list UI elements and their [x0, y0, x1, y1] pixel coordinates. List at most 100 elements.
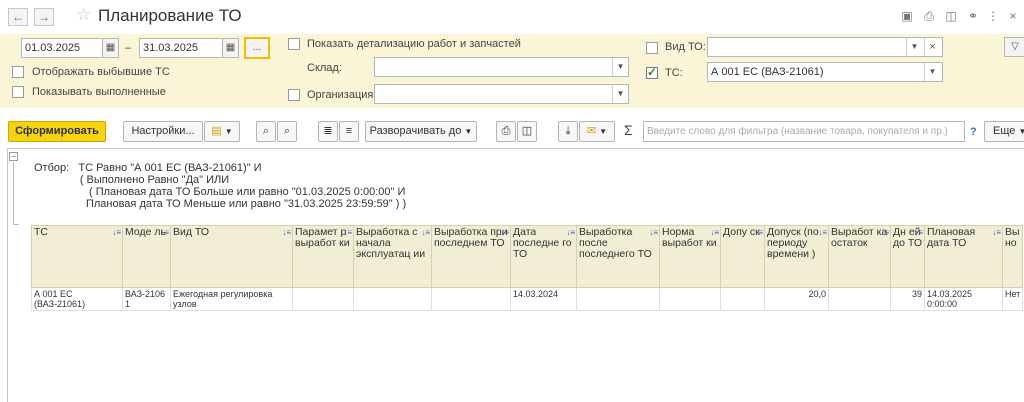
column-header[interactable]: Норма выработ ки ↓≡ [659, 225, 721, 288]
column-header[interactable]: Парамет р выработ ки ↓≡ [292, 225, 354, 288]
save-icon[interactable]: ▣ [900, 9, 914, 23]
printer-icon: ⎙ [501, 125, 511, 137]
cell-ts[interactable]: А 001 ЕС (ВАЗ-21061) [31, 287, 123, 311]
sort-icon[interactable]: ↓≡ [112, 227, 121, 238]
warehouse-input[interactable] [374, 57, 629, 77]
vehicle-dropdown-icon[interactable]: ▼ [924, 63, 940, 81]
more-button[interactable]: Еще ▼ [984, 121, 1024, 142]
column-header[interactable]: Вид ТО ↓≡ [170, 225, 293, 288]
vehicle-checkbox[interactable]: ✓ [646, 65, 658, 79]
search-next-icon: ⌕ [283, 125, 291, 137]
help-icon[interactable]: ? [970, 126, 977, 138]
organization-input[interactable] [374, 84, 629, 104]
sort-icon[interactable]: ↓≡ [649, 227, 658, 238]
sort-icon[interactable]: ↓≡ [914, 227, 923, 238]
sort-icon[interactable]: ↓≡ [343, 227, 352, 238]
sort-icon[interactable]: ↓≡ [754, 227, 763, 238]
to-type-label: Вид ТО: [665, 41, 706, 53]
cell-tolerance[interactable] [720, 287, 765, 311]
settings-button[interactable]: Настройки... [123, 121, 203, 142]
chevron-down-icon: ▼ [464, 127, 473, 136]
organization-checkbox[interactable] [288, 89, 300, 101]
period-select-button[interactable]: ... [244, 37, 270, 59]
search-input[interactable] [643, 121, 965, 142]
column-header[interactable]: Допу ск ↓≡ [720, 225, 765, 288]
to-type-dropdown-icon[interactable]: ▼ [906, 38, 922, 56]
group-collapse-icon[interactable]: − [9, 152, 18, 161]
forward-button[interactable]: → [34, 8, 54, 26]
cell-remaining[interactable] [828, 287, 891, 311]
expand-to-button[interactable]: Разворачивать до ▼ [365, 121, 477, 142]
cell-last-date[interactable]: 14.03.2024 [510, 287, 577, 311]
send-email-button[interactable]: ✉ ▼ [579, 121, 615, 142]
sum-icon[interactable]: Σ [624, 122, 633, 138]
favorite-star-icon[interactable]: ☆ [76, 5, 91, 25]
column-header[interactable]: Плановая дата ТО ↓≡ [924, 225, 1003, 288]
sort-icon[interactable]: ↓≡ [818, 227, 827, 238]
show-retired-checkbox[interactable] [12, 66, 24, 78]
sort-icon[interactable]: ↓≡ [710, 227, 719, 238]
column-header[interactable]: Выработ ка остаток ↓≡ [828, 225, 891, 288]
cell-at-last[interactable] [431, 287, 511, 311]
cell-planned-date[interactable]: 14.03.2025 0:00:00 [924, 287, 1003, 311]
sort-icon[interactable]: ↓≡ [566, 227, 575, 238]
calendar-to-icon[interactable]: ▦ [222, 38, 239, 58]
back-button[interactable]: ← [8, 8, 28, 26]
to-type-clear-icon[interactable]: × [924, 38, 940, 56]
filter-icon[interactable]: ▽ [1004, 37, 1024, 57]
column-header[interactable]: Моде ль ↓≡ [122, 225, 171, 288]
close-icon[interactable]: × [1006, 9, 1020, 23]
show-completed-checkbox[interactable] [12, 86, 24, 98]
column-header[interactable]: Дн ей до ТО ↓≡ [890, 225, 925, 288]
cell-norm[interactable] [659, 287, 721, 311]
to-type-checkbox[interactable] [646, 42, 658, 54]
find-button[interactable]: ⌕ [256, 121, 276, 142]
column-header[interactable]: ТС ↓≡ [31, 225, 123, 288]
table-row[interactable]: А 001 ЕС (ВАЗ-21061) ВАЗ-2106 1 Ежегодна… [31, 287, 1024, 311]
warehouse-dropdown-icon[interactable]: ▼ [612, 58, 628, 76]
find-next-button[interactable]: ⌕ [277, 121, 297, 142]
sort-icon[interactable]: ↓≡ [500, 227, 509, 238]
download-icon: ⤓ [565, 125, 571, 137]
column-header[interactable]: Выработка после последнего ТО ↓≡ [576, 225, 660, 288]
calendar-from-icon[interactable]: ▦ [102, 38, 119, 58]
clipboard-icon: ▤ [211, 125, 222, 137]
vehicle-input[interactable]: А 001 ЕС (ВАЗ-21061) [707, 62, 943, 82]
sort-icon[interactable]: ↓≡ [880, 227, 889, 238]
cell-param[interactable] [292, 287, 354, 311]
cell-model[interactable]: ВАЗ-2106 1 [122, 287, 171, 311]
report-area[interactable]: − Отбор: ТС Равно "А 001 ЕС (ВАЗ-21061)"… [7, 148, 1024, 402]
show-details-checkbox[interactable] [288, 38, 300, 50]
generate-button[interactable]: Сформировать [8, 121, 106, 142]
date-from-value: 01.03.2025 [25, 42, 81, 54]
sort-icon[interactable]: ↓≡ [421, 227, 430, 238]
sort-icon[interactable]: ↓≡ [992, 227, 1001, 238]
print-icon[interactable]: ⎙ [922, 9, 936, 23]
more-menu-icon[interactable]: ⋮ [986, 9, 1000, 23]
link-icon[interactable]: ⚭ [966, 9, 980, 23]
sort-icon[interactable]: ↓≡ [160, 227, 169, 238]
preview-icon[interactable]: ◫ [944, 9, 958, 23]
column-header[interactable]: Выработка с начала эксплуатац ии ↓≡ [353, 225, 432, 288]
save-file-button[interactable]: ⤓ [558, 121, 578, 142]
cell-to-type[interactable]: Ежегодная регулировка узлов [170, 287, 293, 311]
organization-dropdown-icon[interactable]: ▼ [612, 85, 628, 103]
variants-dropdown-button[interactable]: ▤ ▼ [204, 121, 240, 142]
print-button[interactable]: ⎙ [496, 121, 516, 142]
collapse-all-button[interactable]: ≡ [339, 121, 359, 142]
cell-after-last[interactable] [576, 287, 660, 311]
expand-icon: ≣ [323, 125, 333, 137]
column-header[interactable]: Дата последне го ТО ↓≡ [510, 225, 577, 288]
column-header[interactable]: Допуск (по периоду времени ) ↓≡ [764, 225, 829, 288]
cell-done[interactable]: Нет [1001, 287, 1024, 311]
expand-all-button[interactable]: ≣ [318, 121, 338, 142]
filter-line-2: ( Выполнено Равно "Да" ИЛИ [34, 174, 230, 186]
sort-icon[interactable]: ↓≡ [282, 227, 291, 238]
column-header[interactable]: Выработка при последнем ТО ↓≡ [431, 225, 511, 288]
cell-tolerance-period[interactable]: 20,0 [764, 287, 829, 311]
cell-days-to[interactable]: 39 [890, 287, 925, 311]
column-header[interactable]: Вы но [1001, 225, 1024, 288]
filter-panel: 01.03.2025 ▦ – 31.03.2025 ▦ ... Отобража… [0, 34, 1024, 108]
cell-since-start[interactable] [353, 287, 432, 311]
print-preview-button[interactable]: ◫ [517, 121, 537, 142]
